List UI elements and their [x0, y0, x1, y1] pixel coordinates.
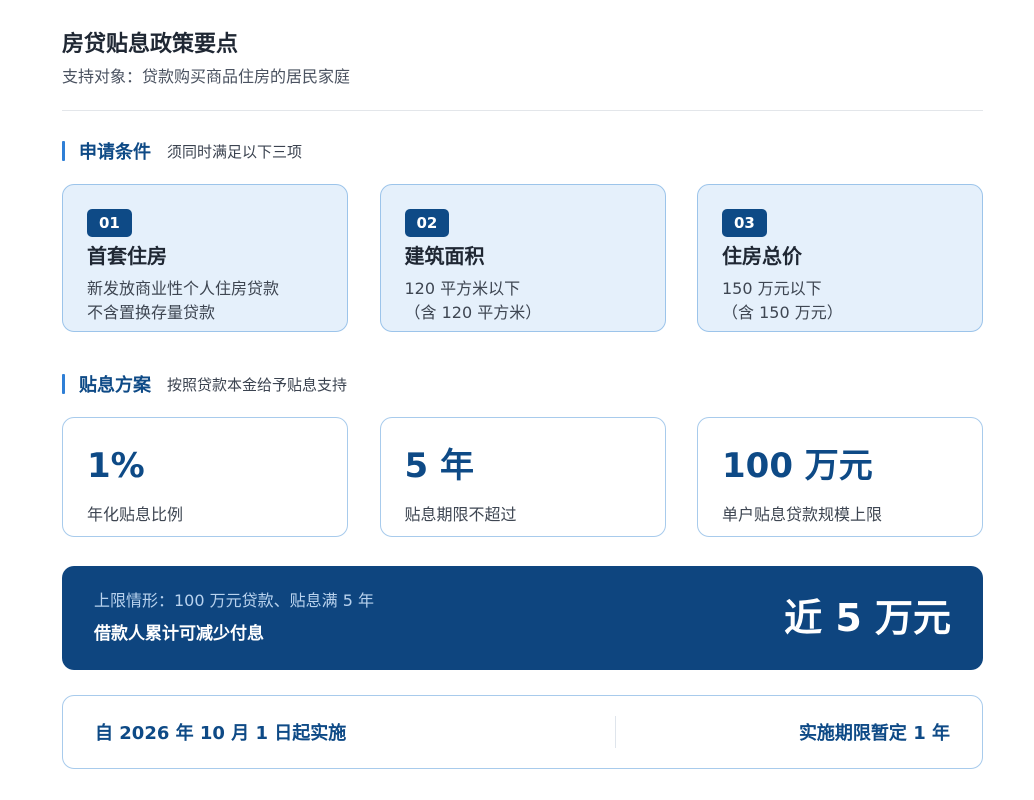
- section-accent-bar: [62, 141, 65, 161]
- implementation-footer: 自 2026 年 10 月 1 日起实施 实施期限暂定 1 年: [62, 695, 983, 769]
- condition-number-badge: 03: [722, 209, 767, 237]
- condition-card-first-home: 01 首套住房 新发放商业性个人住房贷款 不含置换存量贷款: [62, 184, 348, 332]
- conditions-section-header: 申请条件 须同时满足以下三项: [62, 139, 983, 163]
- plan-description: 单户贴息贷款规模上限: [722, 505, 883, 524]
- plan-description: 年化贴息比例: [87, 505, 184, 524]
- max-savings-banner: 上限情形：100 万元贷款、贴息满 5 年 借款人累计可减少付息 近 5 万元: [62, 566, 983, 670]
- condition-card-total-price: 03 住房总价 150 万元以下 （含 150 万元）: [697, 184, 983, 332]
- implementation-period: 实施期限暂定 1 年: [798, 723, 950, 744]
- condition-description: 新发放商业性个人住房贷款 不含置换存量贷款: [87, 279, 280, 322]
- plan-card-cap: 100 万元 单户贴息贷款规模上限: [697, 417, 983, 537]
- condition-title: 住房总价: [722, 244, 802, 268]
- condition-description: 120 平方米以下 （含 120 平方米）: [404, 279, 542, 322]
- banner-scenario: 上限情形：100 万元贷款、贴息满 5 年: [94, 591, 374, 610]
- plan-cards: 1% 年化贴息比例 5 年 贴息期限不超过 100 万元 单户贴息贷款规模上限: [62, 417, 983, 537]
- plan-description: 贴息期限不超过: [404, 505, 517, 524]
- plan-section-header: 贴息方案 按照贷款本金给予贴息支持: [62, 372, 983, 396]
- condition-number-badge: 01: [87, 209, 132, 237]
- conditions-section-title: 申请条件: [79, 142, 151, 163]
- condition-card-floor-area: 02 建筑面积 120 平方米以下 （含 120 平方米）: [379, 184, 666, 332]
- plan-section-title: 贴息方案: [79, 375, 151, 396]
- conditions-section-note: 须同时满足以下三项: [167, 142, 303, 161]
- condition-title: 建筑面积: [404, 244, 485, 268]
- policy-summary-page: 房贷贴息政策要点 支持对象：贷款购买商品住房的居民家庭 申请条件 须同时满足以下…: [0, 0, 1034, 800]
- header-divider: [62, 110, 983, 111]
- section-accent-bar: [62, 374, 65, 394]
- condition-description: 150 万元以下 （含 150 万元）: [722, 279, 843, 322]
- footer-divider: [615, 716, 616, 748]
- banner-savings-value: 近 5 万元: [784, 596, 951, 640]
- plan-value: 1%: [87, 446, 145, 486]
- plan-section-note: 按照贷款本金给予贴息支持: [167, 375, 348, 394]
- condition-title: 首套住房: [87, 244, 167, 268]
- page-title: 房贷贴息政策要点: [62, 32, 239, 57]
- start-date: 自 2026 年 10 月 1 日起实施: [95, 723, 347, 744]
- condition-number-badge: 02: [404, 209, 450, 237]
- plan-card-rate: 1% 年化贴息比例: [62, 417, 348, 537]
- page-subtitle: 支持对象：贷款购买商品住房的居民家庭: [62, 67, 351, 86]
- banner-text: 上限情形：100 万元贷款、贴息满 5 年 借款人累计可减少付息: [94, 590, 374, 646]
- header: 房贷贴息政策要点 支持对象：贷款购买商品住房的居民家庭: [62, 0, 983, 111]
- plan-card-term: 5 年 贴息期限不超过: [379, 417, 666, 537]
- plan-value: 5 年: [404, 446, 475, 486]
- conditions-cards: 01 首套住房 新发放商业性个人住房贷款 不含置换存量贷款 02 建筑面积 12…: [62, 184, 983, 332]
- plan-value: 100 万元: [722, 446, 873, 486]
- banner-caption: 借款人累计可减少付息: [94, 624, 264, 644]
